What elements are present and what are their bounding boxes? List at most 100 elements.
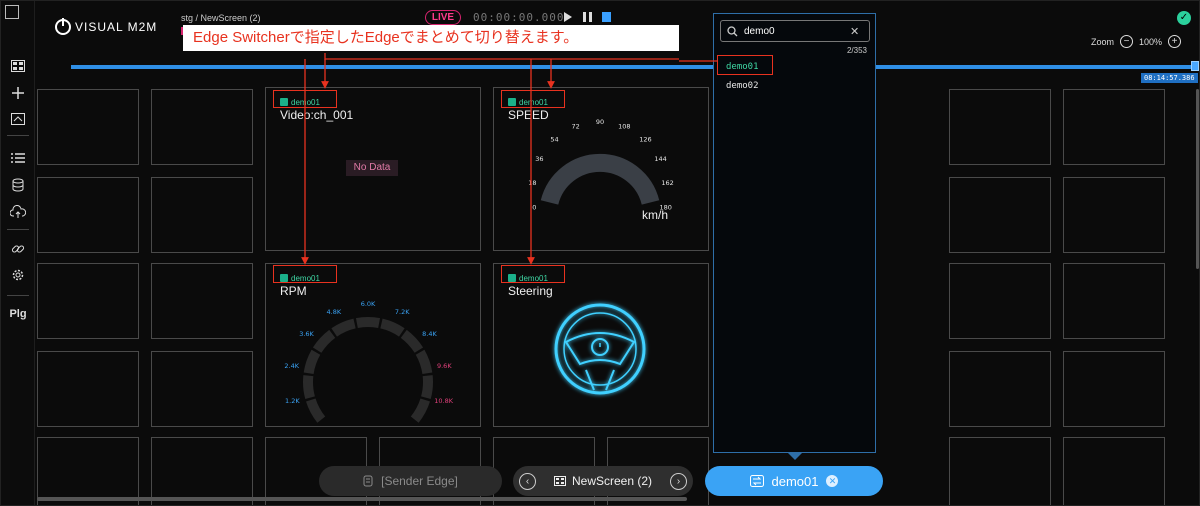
zoom-out-button[interactable]: − [1120,35,1134,48]
live-badge[interactable]: LIVE [425,10,461,25]
screen-switcher: ‹ NewScreen (2) › [513,466,693,496]
dashboard-icon[interactable] [10,58,26,74]
gauge-tick-label: 10.8K [434,397,453,405]
gauge-tick-label: 9.6K [437,362,452,370]
rpm-panel[interactable]: demo01 RPM 01.2K2.4K3.6K4.8K6.0K7.2K8.4K… [265,263,481,427]
empty-grid-cell[interactable] [37,437,139,505]
steering-panel[interactable]: demo01 Steering [493,263,709,427]
empty-grid-cell[interactable] [37,351,139,427]
video-panel[interactable]: demo01 Video:ch_001 No Data [265,87,481,251]
empty-grid-cell[interactable] [37,89,139,165]
empty-grid-cell[interactable] [151,351,253,427]
gauge-tick-label: 90 [596,118,604,126]
clear-search-icon[interactable]: ✕ [850,25,859,38]
pause-button[interactable] [583,12,592,22]
dropdown-caret [787,452,803,460]
gauge-tick-label: 162 [661,179,673,187]
link-icon[interactable] [10,241,26,257]
empty-grid-cell[interactable] [151,177,253,253]
screen-grid-icon [553,476,566,486]
gauge-segment [312,329,336,353]
plugin-menu[interactable]: Plg [1,308,35,320]
edge-switcher-label: demo01 [771,473,819,489]
annotation-highlight [717,55,773,75]
app-logo: VISUAL M2M [55,18,158,35]
frame-icon[interactable] [10,111,26,127]
breadcrumb[interactable]: stg / NewScreen (2) [181,13,261,23]
empty-grid-cell[interactable] [949,89,1051,165]
gauge-tick-label: 108 [618,123,630,131]
empty-grid-cell[interactable] [1063,177,1165,253]
empty-grid-cell[interactable] [949,351,1051,427]
status-check-icon: ✓ [1177,11,1191,25]
horizontal-scrollbar[interactable] [37,497,687,501]
empty-grid-cell[interactable] [151,89,253,165]
app-name: VISUAL M2M [75,20,158,34]
screen-name[interactable]: NewScreen (2) [572,474,652,488]
gauge-segment [540,153,660,205]
panel-title: Video:ch_001 [280,108,354,122]
rail-divider [7,229,29,230]
empty-grid-cell[interactable] [1063,437,1165,505]
gauge-segment [331,318,356,337]
speed-gauge: 01836547290108126144162180 [528,118,674,212]
edge-switcher-dropdown: ✕ 2/353 demo01 demo02 [713,13,876,453]
edge-switcher-button[interactable]: demo01 ✕ [705,466,883,496]
stop-button[interactable] [602,12,611,22]
empty-grid-cell[interactable] [949,437,1051,505]
zoom-control: Zoom − 100% + [1091,35,1182,48]
gauge-segment [410,398,430,423]
empty-grid-cell[interactable] [1063,89,1165,165]
annotation-highlight [501,90,565,108]
gauge-tick-label: 3.6K [299,330,314,338]
empty-grid-cell[interactable] [37,263,139,339]
speed-unit: km/h [642,208,669,222]
search-box[interactable]: ✕ [720,20,870,42]
gauge-segment [415,349,433,375]
timecode: 00:00:00.000 [473,11,565,24]
next-screen-button[interactable]: › [670,472,687,490]
empty-grid-cell[interactable] [949,263,1051,339]
result-count: 2/353 [846,46,867,55]
vertical-scrollbar[interactable] [1196,89,1199,269]
gauge-tick-label: 54 [550,135,558,143]
gauge-segment [355,317,381,328]
sender-edge-button[interactable]: [Sender Edge] [319,466,502,496]
rail-divider [7,295,29,296]
zoom-in-button[interactable]: + [1168,35,1182,48]
gear-icon[interactable] [10,267,26,283]
layout-icon[interactable] [10,85,26,101]
left-toolbar: Plg [1,1,35,505]
gauge-segment [421,375,433,400]
speed-panel[interactable]: demo01 SPEED 0 18 36 54 72 90 108 126 144 162 180 … [493,87,709,251]
expand-icon[interactable] [5,5,19,19]
power-logo-icon [55,18,71,35]
search-input[interactable] [744,25,844,37]
gauge-segment [303,349,321,375]
timeline-bar[interactable] [71,65,1197,69]
list-icon[interactable] [10,150,26,166]
gauge-tick-label: 7.2K [395,308,410,316]
empty-grid-cell[interactable] [37,177,139,253]
timeline-time: 08:14:57.386 [1141,73,1198,83]
sender-edge-label: [Sender Edge] [381,474,458,488]
cloud-upload-icon[interactable] [10,204,26,220]
empty-grid-cell[interactable] [949,177,1051,253]
switch-icon [749,475,764,487]
annotation-highlight [273,90,337,108]
play-button[interactable] [564,12,572,22]
gauge-tick-label: 18 [528,179,536,187]
annotation-highlight [501,265,565,283]
empty-grid-cell[interactable] [1063,263,1165,339]
search-icon [727,25,738,36]
dropdown-item[interactable]: demo02 [726,81,759,91]
empty-grid-cell[interactable] [1063,351,1165,427]
timeline-handle[interactable] [1191,61,1199,71]
prev-screen-button[interactable]: ‹ [519,472,536,490]
annotation-arrows [301,53,717,265]
empty-grid-cell[interactable] [151,263,253,339]
clear-edge-icon[interactable]: ✕ [826,475,839,487]
zoom-label: Zoom [1091,36,1115,47]
empty-grid-cell[interactable] [151,437,253,505]
database-icon[interactable] [10,177,26,193]
